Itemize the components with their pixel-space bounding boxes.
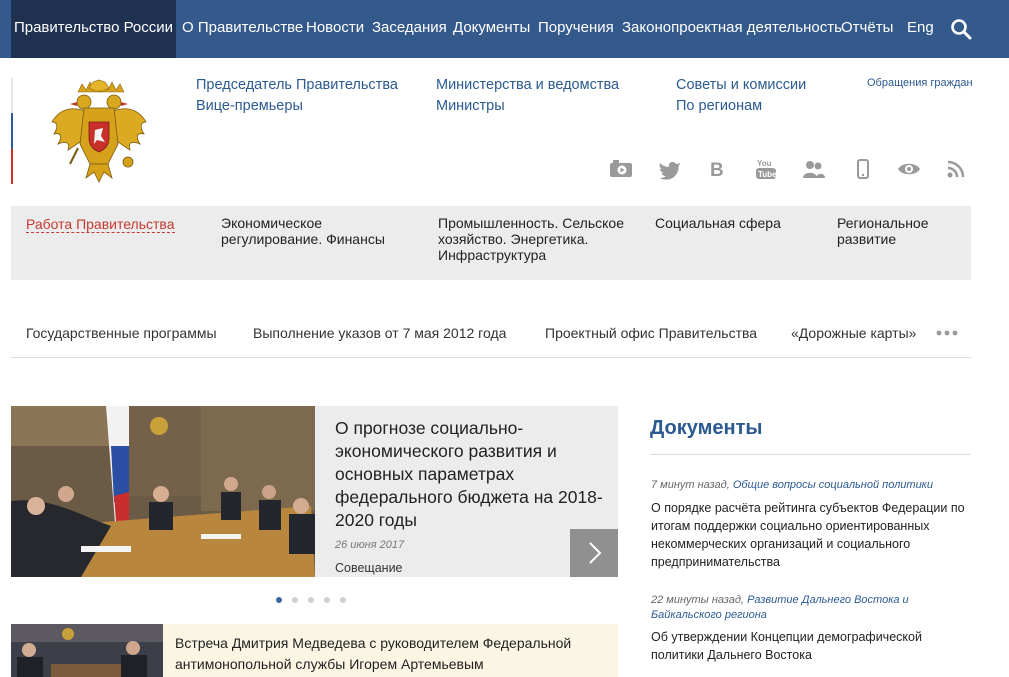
link-regions[interactable]: По регионам	[676, 98, 762, 114]
slider-dots	[276, 597, 356, 605]
news-title[interactable]: Встреча Дмитрия Медведева с руководителе…	[175, 633, 615, 675]
link-state-programs[interactable]: Государственные программы	[26, 325, 217, 341]
document-meta: 22 минуты назад, Развитие Дальнего Восто…	[651, 593, 951, 623]
rss-icon[interactable]	[945, 158, 969, 180]
coat-of-arms-logo[interactable]	[48, 78, 150, 184]
nav-english[interactable]: Eng	[907, 0, 934, 58]
topic-social[interactable]: Социальная сфера	[655, 215, 781, 231]
documents-divider	[650, 454, 971, 455]
featured-title[interactable]: О прогнозе социально-экономического разв…	[335, 417, 605, 532]
slider-dot-3[interactable]	[308, 597, 314, 603]
divider	[11, 357, 971, 358]
featured-date: 26 июня 2017	[335, 539, 405, 551]
vk-icon[interactable]: В	[706, 158, 730, 180]
link-may-decrees[interactable]: Выполнение указов от 7 мая 2012 года	[253, 325, 506, 341]
document-title[interactable]: О порядке расчёта рейтинга субъектов Фед…	[651, 499, 971, 571]
slider-dot-4[interactable]	[324, 597, 330, 603]
home-link[interactable]: Правительство России	[11, 0, 176, 58]
nav-documents[interactable]: Документы	[453, 0, 530, 58]
mobile-icon[interactable]	[851, 158, 875, 180]
camera-icon[interactable]	[609, 158, 633, 180]
featured-news[interactable]: О прогнозе социально-экономического разв…	[11, 406, 618, 577]
chevron-right-icon[interactable]	[570, 529, 618, 577]
slider-dot-1[interactable]	[276, 597, 282, 603]
topic-industry[interactable]: Промышленность. Сельское хозяйство. Энер…	[438, 215, 638, 263]
flag-stripe	[11, 78, 13, 184]
nav-reports[interactable]: Отчёты	[841, 0, 893, 58]
slider-dot-2[interactable]	[292, 597, 298, 603]
slider-dot-5[interactable]	[340, 597, 346, 603]
topics-panel: Работа Правительства Экономическое регул…	[11, 206, 971, 280]
link-ministries[interactable]: Министерства и ведомства	[436, 77, 619, 93]
nav-about[interactable]: О Правительстве	[182, 0, 303, 58]
link-councils[interactable]: Советы и комиссии	[676, 77, 806, 93]
svg-text:Tube: Tube	[758, 170, 777, 179]
document-time: 7 минут назад,	[651, 479, 730, 491]
topic-regional[interactable]: Региональное развитие	[837, 215, 947, 247]
people-icon[interactable]	[802, 158, 826, 180]
link-ministers[interactable]: Министры	[436, 98, 505, 114]
link-vice-premiers[interactable]: Вице-премьеры	[196, 98, 303, 114]
link-chairman[interactable]: Председатель Правительства	[196, 77, 398, 93]
more-icon[interactable]	[936, 330, 958, 336]
nav-legislation[interactable]: Законопроектная деятельность	[622, 0, 842, 58]
document-time: 22 минуты назад,	[651, 594, 744, 606]
topic-economy[interactable]: Экономическое регулирование. Финансы	[221, 215, 411, 247]
top-navigation-bar: Правительство России О Правительстве Нов…	[0, 0, 1009, 58]
documents-heading[interactable]: Документы	[650, 417, 762, 440]
topic-government-work[interactable]: Работа Правительства	[26, 216, 175, 233]
document-meta: 7 минут назад, Общие вопросы социальной …	[651, 478, 951, 493]
link-roadmaps[interactable]: «Дорожные карты»	[791, 325, 916, 341]
youtube-icon[interactable]: You Tube	[754, 158, 778, 180]
featured-type: Совещание	[335, 561, 403, 575]
nav-news[interactable]: Новости	[306, 0, 364, 58]
nav-orders[interactable]: Поручения	[538, 0, 614, 58]
document-category[interactable]: Общие вопросы социальной политики	[733, 479, 933, 491]
eye-icon[interactable]	[897, 158, 921, 180]
nav-meetings[interactable]: Заседания	[372, 0, 447, 58]
svg-text:You: You	[757, 159, 772, 168]
document-title[interactable]: Об утверждении Концепции демографической…	[651, 628, 971, 664]
news-item[interactable]: Встреча Дмитрия Медведева с руководителе…	[11, 624, 618, 677]
svg-text:В: В	[710, 160, 724, 180]
twitter-icon[interactable]	[658, 158, 682, 180]
link-citizen-appeals[interactable]: Обращения граждан	[867, 77, 973, 89]
meeting-photo	[11, 406, 315, 577]
news-photo	[11, 624, 163, 677]
link-project-office[interactable]: Проектный офис Правительства	[545, 325, 757, 341]
search-icon[interactable]	[950, 18, 972, 40]
